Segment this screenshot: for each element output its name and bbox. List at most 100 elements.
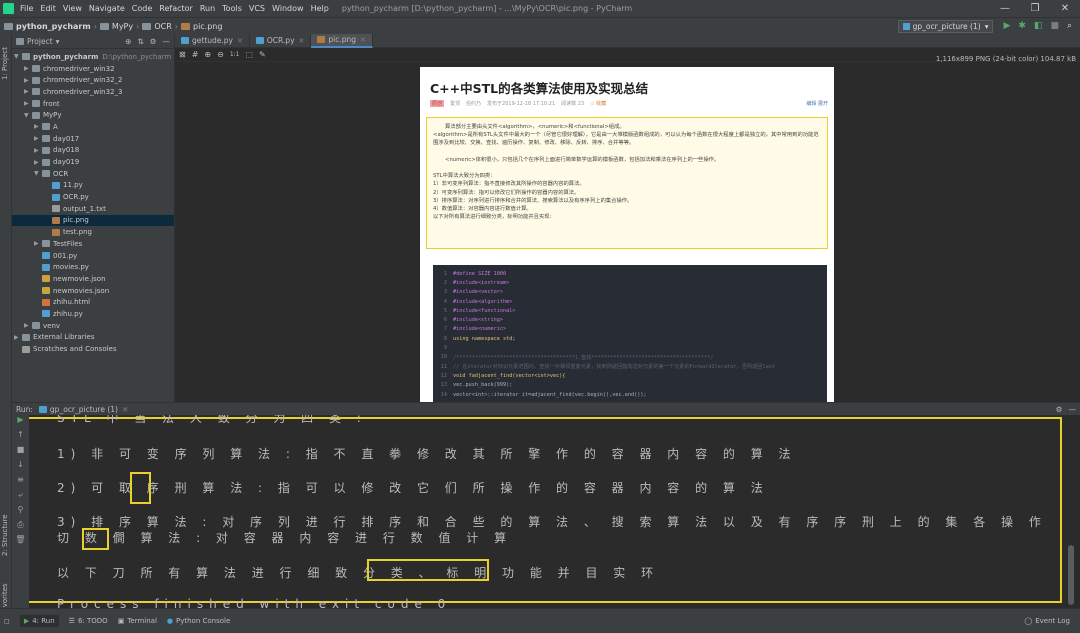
tab-pic[interactable]: pic.png ✕ xyxy=(311,33,373,48)
tree-item[interactable]: zhihu.html xyxy=(12,296,174,308)
down-icon[interactable]: ↓ xyxy=(12,460,29,475)
tree-item[interactable]: ▼ python_pycharm D:\python_pycharm xyxy=(12,51,174,63)
up-icon[interactable]: ↑ xyxy=(12,430,29,445)
tree-item[interactable]: ▶ chromedriver_win32_3 xyxy=(12,86,174,98)
layout-icon[interactable]: ◻ xyxy=(4,617,10,625)
event-log-button[interactable]: ◯ Event Log xyxy=(1024,617,1070,625)
tree-item[interactable]: ▶ TestFiles xyxy=(12,238,174,250)
chevron-right-icon[interactable]: ▶ xyxy=(34,240,42,247)
tree-item[interactable]: output_1.txt xyxy=(12,203,174,215)
tree-item[interactable]: newmovies.json xyxy=(12,285,174,297)
chevron-right-icon[interactable]: ▶ xyxy=(24,65,32,72)
close-icon[interactable]: ✕ xyxy=(1050,3,1080,14)
run-tab[interactable]: gp_ocr_picture (1) xyxy=(50,405,118,414)
tree-item[interactable]: ▶ front xyxy=(12,98,174,110)
coverage-icon[interactable]: ◧ xyxy=(1034,21,1043,31)
tree-item[interactable]: ▶ A xyxy=(12,121,174,133)
minimize-icon[interactable]: — xyxy=(990,3,1020,14)
close-icon[interactable]: ✕ xyxy=(237,37,243,45)
chevron-down-icon[interactable]: ▼ xyxy=(34,170,42,177)
hide-icon[interactable]: — xyxy=(1069,405,1077,414)
tree-item[interactable]: ▶ chromedriver_win32 xyxy=(12,63,174,75)
python-console-tool-button[interactable]: ● Python Console xyxy=(167,617,230,625)
chevron-right-icon[interactable]: ▶ xyxy=(24,77,32,84)
tree-item[interactable]: newmovie.json xyxy=(12,273,174,285)
breadcrumb-ocr[interactable]: OCR xyxy=(154,22,171,31)
tree-item[interactable]: ▶ day018 xyxy=(12,145,174,157)
tree-item[interactable]: Scratches and Consoles xyxy=(12,343,174,355)
layout-icon[interactable]: ≡ xyxy=(12,475,29,490)
chevron-down-icon[interactable]: ▾ xyxy=(56,37,60,46)
pin-icon[interactable]: ⚲ xyxy=(12,505,29,520)
tree-item[interactable]: movies.py xyxy=(12,261,174,273)
menu-refactor[interactable]: Refactor xyxy=(159,4,193,13)
menu-file[interactable]: File xyxy=(20,4,33,13)
tree-item[interactable]: ▼ OCR xyxy=(12,168,174,180)
chevron-down-icon[interactable]: ▼ xyxy=(24,112,32,119)
breadcrumb-file[interactable]: pic.png xyxy=(193,22,222,31)
menu-help[interactable]: Help xyxy=(311,4,329,13)
menu-run[interactable]: Run xyxy=(200,4,215,13)
grid-icon[interactable]: # xyxy=(192,50,199,59)
menu-vcs[interactable]: VCS xyxy=(249,4,265,13)
close-icon[interactable]: ✕ xyxy=(299,37,305,45)
scrollbar[interactable] xyxy=(1068,545,1074,605)
chevron-right-icon[interactable]: ▶ xyxy=(14,334,22,341)
search-icon[interactable]: ⌕ xyxy=(1067,21,1072,31)
breadcrumb-mypy[interactable]: MyPy xyxy=(112,22,133,31)
tab-gettude[interactable]: gettude.py ✕ xyxy=(175,33,250,48)
tree-item[interactable]: pic.png xyxy=(12,214,174,227)
restore-icon[interactable]: ❐ xyxy=(1020,3,1050,14)
chevron-right-icon[interactable]: ▶ xyxy=(34,123,42,130)
print-icon[interactable]: ⎙ xyxy=(12,520,29,535)
run-tool-button[interactable]: ▶ 4: Run xyxy=(19,615,59,627)
project-tool-tab[interactable]: 1: Project xyxy=(1,47,9,80)
chevron-right-icon[interactable]: ▶ xyxy=(34,159,42,166)
menu-window[interactable]: Window xyxy=(272,4,304,13)
debug-icon[interactable]: ✱ xyxy=(1018,21,1026,31)
terminal-tool-button[interactable]: ▣ Terminal xyxy=(118,617,157,625)
tab-ocr[interactable]: OCR.py ✕ xyxy=(250,33,312,48)
tree-item[interactable]: ▶ day017 xyxy=(12,133,174,145)
menu-view[interactable]: View xyxy=(63,4,82,13)
gear-icon[interactable]: ⚙ xyxy=(150,37,157,46)
gear-icon[interactable]: ⚙ xyxy=(1056,405,1063,414)
tree-item[interactable]: zhihu.py xyxy=(12,308,174,320)
actual-size-icon[interactable]: 1:1 xyxy=(230,51,240,58)
stop-icon[interactable]: ■ xyxy=(1050,21,1059,31)
breadcrumb-root[interactable]: python_pycharm xyxy=(16,22,91,31)
menu-edit[interactable]: Edit xyxy=(40,4,56,13)
run-config-select[interactable]: gp_ocr_picture (1) ▾ xyxy=(897,19,994,33)
stop-icon[interactable]: ■ xyxy=(12,445,29,460)
chevron-right-icon[interactable]: ▶ xyxy=(24,322,32,329)
console-output[interactable]: STL 中 当 法 人 致 分 为 四 类 : 1) 非 可 变 序 列 算 法… xyxy=(29,415,1074,608)
hide-icon[interactable]: — xyxy=(163,37,171,46)
menu-tools[interactable]: Tools xyxy=(222,4,242,13)
chevron-right-icon[interactable]: ▶ xyxy=(34,135,42,142)
tree-item[interactable]: OCR.py xyxy=(12,191,174,203)
chevron-right-icon[interactable]: ▶ xyxy=(24,100,32,107)
color-picker-icon[interactable]: ✎ xyxy=(259,50,266,59)
locate-icon[interactable]: ⊕ xyxy=(125,37,131,46)
zoom-in-icon[interactable]: ⊕ xyxy=(204,50,211,59)
trash-icon[interactable]: 🗑 xyxy=(12,535,29,550)
background-icon[interactable]: ⊠ xyxy=(179,50,186,59)
fit-icon[interactable]: ⬚ xyxy=(245,50,253,59)
close-icon[interactable]: ✕ xyxy=(122,405,128,414)
tree-item[interactable]: test.png xyxy=(12,226,174,238)
menu-code[interactable]: Code xyxy=(132,4,152,13)
chevron-down-icon[interactable]: ▼ xyxy=(14,53,22,60)
menu-navigate[interactable]: Navigate xyxy=(89,4,125,13)
run-icon[interactable]: ▶ xyxy=(1003,21,1010,31)
tree-item[interactable]: 11.py xyxy=(12,180,174,192)
zoom-out-icon[interactable]: ⊖ xyxy=(217,50,224,59)
collapse-icon[interactable]: ⇅ xyxy=(137,37,143,46)
todo-tool-button[interactable]: ☰ 6: TODO xyxy=(69,617,108,625)
soft-wrap-icon[interactable]: ⤶ xyxy=(12,490,29,505)
close-icon[interactable]: ✕ xyxy=(360,36,366,44)
tree-item[interactable]: ▼ MyPy xyxy=(12,109,174,121)
tree-item[interactable]: ▶ venv xyxy=(12,320,174,332)
tree-item[interactable]: ▶ External Libraries xyxy=(12,332,174,344)
chevron-right-icon[interactable]: ▶ xyxy=(24,88,32,95)
tree-item[interactable]: ▶ chromedriver_win32_2 xyxy=(12,74,174,86)
